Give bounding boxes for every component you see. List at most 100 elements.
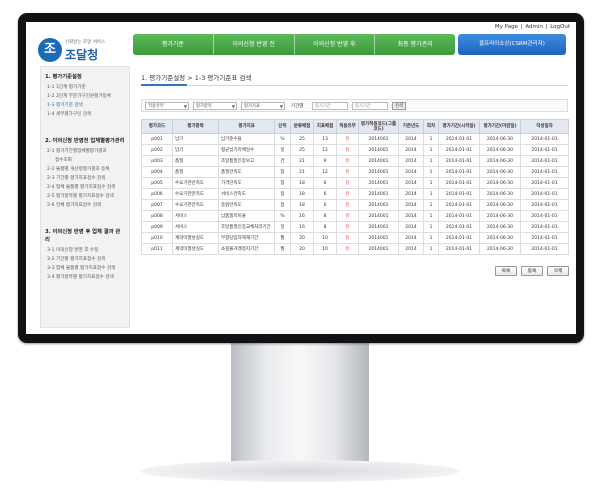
table-cell: 품질만족도 bbox=[218, 166, 275, 178]
column-header[interactable]: 평가기간(시작일) bbox=[438, 119, 480, 134]
table-row[interactable]: p006 수요기관만족도 서비스만족도 점 18 6 유 2014001 2014 1 2014-0… bbox=[141, 188, 569, 200]
column-header[interactable]: 평가지표 bbox=[218, 119, 275, 134]
column-header[interactable]: 단위 bbox=[274, 119, 291, 134]
column-header[interactable]: 적용유무 bbox=[336, 119, 359, 134]
sidebar-item[interactable]: 접수조회 bbox=[41, 156, 129, 165]
sidebar-section-title: 2. 이의신청 반영전 업체별평가관리 bbox=[45, 138, 125, 144]
nav-item-before-objection[interactable]: 이의신청 반영 전 bbox=[214, 34, 295, 55]
sidebar-item[interactable]: 2-1 평가기간별업체별평가결과 bbox=[41, 147, 129, 156]
table-cell: p001 bbox=[141, 133, 173, 145]
column-header[interactable]: 지표배점 bbox=[313, 119, 337, 134]
table-cell: 2014-01-01 bbox=[438, 155, 480, 167]
sidebar-item-active[interactable]: 1-3 평가기준 검색 bbox=[41, 101, 129, 110]
sidebar-item[interactable]: 1-2 2단계 부문가구인원평가등록 bbox=[41, 92, 129, 101]
sidebar-item[interactable]: 1-1 1단계 평가기준 bbox=[41, 83, 129, 92]
table-row[interactable]: p004 품질 품질만족도 점 21 12 유 2014001 2014 1 2014-01-01 2… bbox=[141, 166, 569, 178]
table-row[interactable]: p010 계약이행성실도 부정당업자제재기간 월 20 10 유 2014001 2014 1 20… bbox=[141, 232, 569, 244]
table-cell: 2014-06-30 bbox=[479, 243, 521, 255]
search-button[interactable]: 검색 bbox=[392, 102, 406, 110]
sidebar-item[interactable]: 2-2 물품별 개산정평가결과 등록 bbox=[41, 165, 129, 174]
nav-item-after-objection[interactable]: 이의신청 반영 후 bbox=[295, 34, 376, 55]
sidebar-item[interactable]: 2-3 기간별 평가지표점수 검색 bbox=[41, 174, 129, 183]
column-header[interactable]: 기준년도 bbox=[398, 119, 424, 134]
table-cell: 유 bbox=[336, 166, 359, 178]
sidebar-item[interactable]: 2-4 업체 물품별 평가지표점수 검색 bbox=[41, 183, 129, 192]
monitor-stand-base bbox=[140, 460, 460, 482]
eval-indicator-select[interactable]: 평가지표 ▼ bbox=[241, 102, 285, 110]
table-cell: 2014001 bbox=[358, 188, 399, 200]
table-cell: 2014001 bbox=[358, 232, 399, 244]
nav-item-criteria[interactable]: 평가기준 bbox=[133, 34, 214, 55]
list-button[interactable]: 목록 bbox=[495, 266, 517, 276]
chevron-down-icon: ▼ bbox=[183, 104, 187, 109]
table-cell: 2014 bbox=[398, 133, 424, 145]
table-row[interactable]: p002 납기 평균납기지체일수 일 25 12 유 2014001 2014 1 2014-01-… bbox=[141, 144, 569, 156]
logout-link[interactable]: LogOut bbox=[550, 24, 570, 30]
table-cell: % bbox=[274, 133, 291, 145]
table-cell: 20 bbox=[290, 243, 314, 255]
table-cell: p004 bbox=[141, 166, 173, 178]
table-cell: 유 bbox=[336, 199, 359, 211]
table-cell: 6 bbox=[313, 188, 337, 200]
table-cell: % bbox=[274, 210, 291, 222]
sidebar-item[interactable]: 2-5 평가항목별 평가지표점수 검색 bbox=[41, 192, 129, 201]
main-navigation: 평가기준 이의신청 반영 전 이의신청 반영 후 최종 평가관리 bbox=[133, 34, 455, 55]
table-row[interactable]: p009 서비스 조달품질인증교체처리기간 일 16 8 유 2014001 2014 1 2014… bbox=[141, 221, 569, 233]
sidebar-item[interactable]: 3-1 이의신청 반영 후 수정 bbox=[41, 246, 129, 255]
sidebar-item[interactable]: 3-2 기간별 평가지표점수 검색 bbox=[41, 255, 129, 264]
chevron-down-icon: ▼ bbox=[231, 104, 235, 109]
table-cell: 2014-01-01 bbox=[438, 243, 480, 255]
nav-item-final-evaluation[interactable]: 최종 평가관리 bbox=[375, 34, 455, 55]
table-cell: p007 bbox=[141, 199, 173, 211]
sidebar-item[interactable]: 2-6 전체 평가지표점수 검색 bbox=[41, 201, 129, 210]
table-cell: 16 bbox=[290, 221, 314, 233]
table-cell: 1 bbox=[423, 144, 439, 156]
table-row[interactable]: p007 수요기관만족도 종합만족도 점 18 6 유 2014001 2014 1 2014-01… bbox=[141, 199, 569, 211]
column-header[interactable]: 회차 bbox=[423, 119, 439, 134]
column-header[interactable]: 평가기간(마감일) bbox=[479, 119, 521, 134]
table-cell: 1 bbox=[423, 199, 439, 211]
apply-status-select[interactable]: 적용유무 ▼ bbox=[145, 102, 189, 110]
table-cell: 2014-01-01 bbox=[520, 243, 569, 255]
sidebar-item[interactable]: 3-4 평가항목별 평가지표점수 검색 bbox=[41, 273, 129, 282]
table-cell: 8 bbox=[313, 221, 337, 233]
table-cell: 2014 bbox=[398, 144, 424, 156]
admin-link[interactable]: Admin bbox=[525, 24, 543, 30]
column-header[interactable]: 분류배점 bbox=[290, 119, 314, 134]
table-cell: 1 bbox=[423, 221, 439, 233]
period-to-input[interactable]: 평가기간 bbox=[352, 102, 388, 110]
sidebar-item[interactable]: 1-4 세부평가구인 검색 bbox=[41, 110, 129, 119]
table-cell: 2014 bbox=[398, 177, 424, 189]
site-logo[interactable]: 조 신뢰받는 조달 서비스 조달청 bbox=[38, 38, 118, 64]
delete-button[interactable]: 삭제 bbox=[547, 266, 569, 276]
period-from-input[interactable]: 평가기간 bbox=[312, 102, 348, 110]
table-body: p001 납기 납기준수율% 25 13 유 2014001 2014 1 2014-01-01 2… bbox=[141, 133, 569, 255]
table-cell: p011 bbox=[141, 243, 173, 255]
table-row[interactable]: p005 수요기관만족도 가격만족도 점 18 6 유 2014001 2014 1 2014-01… bbox=[141, 177, 569, 189]
table-cell: p008 bbox=[141, 210, 173, 222]
mypage-link[interactable]: My Page bbox=[495, 24, 518, 30]
table-row[interactable]: p001 납기 납기준수율% 25 13 유 2014001 2014 1 2014-01-01 2… bbox=[141, 133, 569, 145]
table-cell: 1 bbox=[423, 155, 439, 167]
sidebar-item[interactable]: 3-3 업체 물품별 평가지표점수 검색 bbox=[41, 264, 129, 273]
table-row[interactable]: p003 품질 조달품질인증보고 건 21 9 유 2014001 2014 1 2014-01-0… bbox=[141, 155, 569, 167]
table-row[interactable]: p011 계약이행성실도 쇼핑몰거래정지기간 월 20 10 유 2014001 2014 1 20… bbox=[141, 243, 569, 255]
table-row[interactable]: p008 서비스 납품품목비율% 16 8 유 2014001 2014 1 2014-01-01… bbox=[141, 210, 569, 222]
column-header[interactable]: 평가코드 bbox=[141, 119, 173, 134]
column-header[interactable]: 작성일자 bbox=[520, 119, 569, 134]
table-cell: 18 bbox=[290, 188, 314, 200]
column-header[interactable]: 평가적용코드(그룹코드) bbox=[358, 119, 399, 134]
table-cell: 2014001 bbox=[358, 133, 399, 145]
column-header[interactable]: 평가항목 bbox=[172, 119, 219, 134]
table-cell: 서비스 bbox=[172, 210, 219, 222]
table-cell: 25 bbox=[290, 133, 314, 145]
register-button[interactable]: 등록 bbox=[521, 266, 543, 276]
table-cell: 13 bbox=[313, 133, 337, 145]
table-cell: 유 bbox=[336, 155, 359, 167]
eval-item-select[interactable]: 평가항목 ▼ bbox=[193, 102, 237, 110]
table-cell: 계약이행성실도 bbox=[172, 243, 219, 255]
nav-item-special[interactable]: 클프라이소상(CSRM관리자) bbox=[458, 34, 566, 55]
table-cell: 2014-06-30 bbox=[479, 232, 521, 244]
table-cell: 2014-06-30 bbox=[479, 221, 521, 233]
table-cell: 월 bbox=[274, 243, 291, 255]
